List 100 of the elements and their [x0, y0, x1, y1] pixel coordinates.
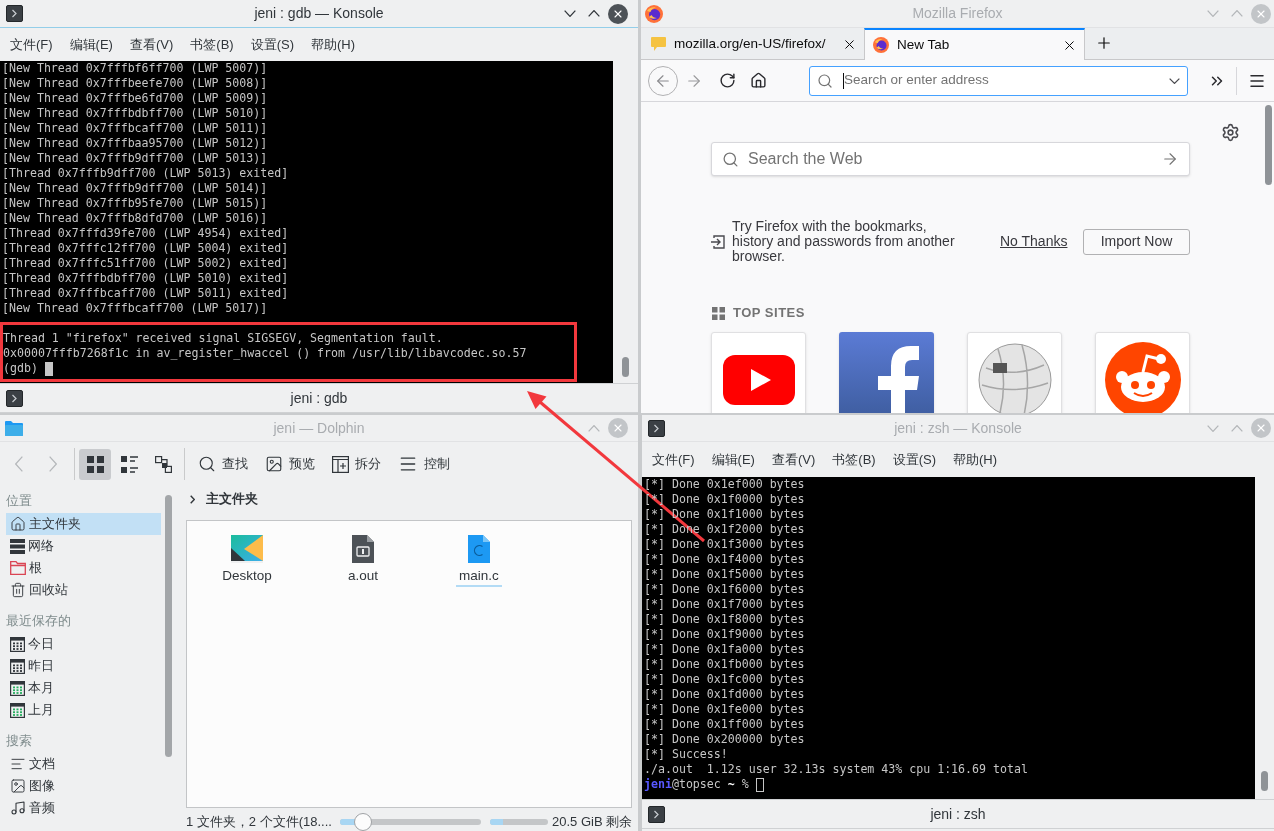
terminal-line: [*] Done 0x1fd000 bytes: [643, 687, 806, 702]
scrollbar-thumb[interactable]: [1261, 771, 1268, 791]
menu-item[interactable]: 书签(B): [190, 34, 234, 55]
sidebar-item[interactable]: 回收站: [6, 579, 161, 601]
import-now-button[interactable]: Import Now: [1083, 228, 1190, 255]
prompt-text: (gdb): [3, 361, 38, 376]
menu-item[interactable]: 设置(S): [892, 449, 936, 470]
toolbar-button[interactable]: 查找: [194, 449, 252, 479]
menu-item[interactable]: 查看(V): [129, 34, 174, 55]
prompt-symbol: %: [741, 777, 749, 792]
terminal-line: [*] Success!: [643, 747, 729, 762]
executable-file-icon: [352, 535, 374, 563]
file-name[interactable]: main.c: [456, 567, 502, 587]
sidebar-item[interactable]: 图像: [6, 775, 161, 797]
source-file-icon: [468, 535, 490, 563]
address-field[interactable]: Search or enter address: [809, 65, 1188, 96]
slider-thumb[interactable]: [353, 812, 372, 831]
house-icon: [749, 72, 767, 89]
browser-tab[interactable]: New Tab: [864, 28, 1085, 60]
menu-item[interactable]: 查看(V): [771, 449, 816, 470]
grid-icon: [712, 306, 725, 320]
toolbar-button[interactable]: 预览: [261, 449, 319, 479]
grid-view-icon: [86, 455, 104, 473]
settings-icon: [1221, 123, 1240, 142]
file-name[interactable]: Desktop: [219, 567, 275, 587]
menu-item[interactable]: 文件(F): [652, 449, 695, 470]
window-title: jeni : gdb — Konsole: [254, 4, 384, 23]
menu-item[interactable]: 文件(F): [10, 34, 53, 55]
terminal-line: [*] Done 0x1fc000 bytes: [643, 672, 806, 687]
window-title: jeni — Dolphin: [273, 418, 365, 438]
top-site-tile[interactable]: [839, 332, 934, 413]
terminal-line: 0x00007fffb7268f1c in av_register_hwaccel () from /usr/lib/libavcodec.so.57: [3, 346, 528, 361]
sidebar-item[interactable]: 今日: [6, 633, 161, 655]
top-site-tile[interactable]: [1095, 332, 1190, 413]
session-tab[interactable]: jeni : gdb: [290, 387, 348, 409]
zoom-slider[interactable]: [340, 812, 481, 831]
scrollbar-thumb[interactable]: [164, 495, 172, 757]
terminal-line: [*] Done 0x200000 bytes: [643, 732, 806, 747]
image-icon: [265, 455, 283, 473]
web-search-field[interactable]: Search the Web: [711, 142, 1190, 176]
terminal-line: [Thread 0x7fffb9dff700 (LWP 5013) exited]: [1, 166, 290, 181]
chevron-up-icon: [588, 10, 600, 17]
chevron-down-icon: [1207, 10, 1219, 17]
terminal-icon: [6, 389, 23, 407]
sidebar-item[interactable]: 音频: [6, 797, 161, 819]
terminal-icon: [648, 419, 665, 437]
session-tab[interactable]: jeni : zsh: [930, 803, 986, 825]
terminal-line: [*] Done 0x1ff000 bytes: [643, 717, 806, 732]
menu-item[interactable]: 设置(S): [250, 34, 294, 55]
calendar-icon: [10, 702, 25, 718]
menu-item[interactable]: 帮助(H): [953, 449, 998, 470]
chevron-left-icon: [15, 456, 23, 472]
search-icon: [198, 455, 216, 473]
top-site-tile[interactable]: [967, 332, 1062, 413]
sidebar-item[interactable]: 网络: [6, 535, 161, 557]
no-thanks-link[interactable]: No Thanks: [1000, 231, 1068, 252]
terminal-line: [New Thread 0x7fffb8dfd700 (LWP 5016)]: [1, 211, 269, 226]
sidebar-item[interactable]: 昨日: [6, 655, 161, 677]
sidebar-item[interactable]: 主文件夹: [6, 513, 161, 535]
terminal-line: [*] Done 0x1fb000 bytes: [643, 657, 806, 672]
terminal-line: [*] Done 0x1f4000 bytes: [643, 552, 806, 567]
browser-tab[interactable]: mozilla.org/en-US/firefox/: [643, 27, 864, 59]
menu-item[interactable]: 编辑(E): [711, 449, 755, 470]
sidebar-item[interactable]: 本月: [6, 677, 161, 699]
scrollbar-thumb[interactable]: [1264, 105, 1272, 185]
server-icon: [10, 538, 25, 554]
trash-icon: [10, 582, 26, 598]
search-icon: [817, 72, 833, 89]
menu-item[interactable]: 编辑(E): [69, 34, 113, 55]
breadcrumb[interactable]: 主文件夹: [206, 489, 258, 509]
terminal-line: [*] Done 0x1f7000 bytes: [643, 597, 806, 612]
scrollbar-thumb[interactable]: [622, 357, 629, 377]
settings-button[interactable]: [1221, 123, 1240, 142]
sidebar-heading: 最近保存的: [6, 612, 72, 631]
sidebar-item[interactable]: 上月: [6, 699, 161, 721]
toolbar-button[interactable]: 控制: [394, 449, 454, 479]
sidebar-item[interactable]: 文档: [6, 753, 161, 775]
browser-logo-icon: [645, 4, 663, 23]
text-cursor: [843, 72, 844, 89]
split-view-icon: [332, 455, 349, 473]
close-button[interactable]: [608, 3, 628, 24]
globe-icon: [977, 342, 1052, 413]
terminal-line: [*] Done 0x1f6000 bytes: [643, 582, 806, 597]
toolbar-button[interactable]: 拆分: [328, 449, 385, 479]
sidebar-item[interactable]: 根: [6, 557, 161, 579]
terminal-line: [*] Done 0x1f5000 bytes: [643, 567, 806, 582]
free-space-label: 20.5 GiB 剩余: [552, 812, 633, 831]
view-mode-button[interactable]: [79, 448, 111, 480]
chevron-up-icon: [1231, 424, 1243, 432]
terminal-line: [*] Done 0x1f8000 bytes: [643, 612, 806, 627]
chevron-up-icon: [588, 424, 600, 432]
house-icon: [10, 516, 26, 532]
calendar-icon: [10, 636, 25, 652]
top-site-tile[interactable]: [711, 332, 806, 413]
terminal-line: [New Thread 0x7fffbaa95700 (LWP 5012)]: [1, 136, 269, 151]
menu-item[interactable]: 帮助(H): [311, 34, 356, 55]
arrow-right-icon: [1161, 150, 1179, 168]
menu-item[interactable]: 书签(B): [832, 449, 876, 470]
file-name[interactable]: a.out: [345, 567, 381, 587]
terminal-line: [New Thread 0x7fffb9dff700 (LWP 5014)]: [1, 181, 269, 196]
